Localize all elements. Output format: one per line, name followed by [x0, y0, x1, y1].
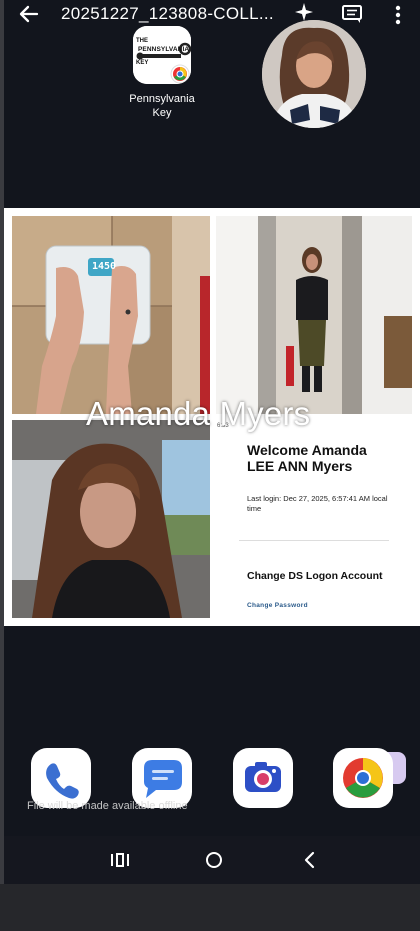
arrow-left-icon: [19, 5, 39, 23]
comment-icon: [342, 5, 362, 23]
more-options-button[interactable]: [392, 4, 404, 26]
screenshot-last-login: Last login: Dec 27, 2025, 6:57:41 AM loc…: [247, 494, 388, 513]
account-screenshot: 6:53 Welcome Amanda LEE ANN Myers Last l…: [211, 420, 408, 620]
nav-back-icon: [304, 851, 315, 869]
shortcut-label: Pennsylvania Key: [129, 93, 195, 119]
home-icon: [206, 852, 222, 868]
recents-button[interactable]: [108, 850, 132, 870]
logo-text-key: KEY: [136, 60, 149, 66]
dock-app-chrome[interactable]: [333, 748, 393, 808]
recents-icon: [111, 853, 129, 867]
top-app-bar: 20251227_123808-COLL...: [0, 0, 420, 30]
screenshot-change-title: Change DS Logon Account: [247, 570, 383, 582]
screenshot-welcome: Welcome Amanda LEE ANN Myers: [247, 442, 367, 474]
dock-app-camera[interactable]: [233, 748, 293, 808]
scale-photo: 1450: [12, 216, 210, 414]
chrome-icon: [343, 758, 383, 798]
overlay-name-text: Amanda Myers: [86, 395, 311, 432]
scale-reading: 1450: [92, 261, 117, 272]
logo-text-the: THE: [136, 38, 148, 44]
file-title: 20251227_123808-COLL...: [61, 4, 274, 23]
phone-icon: [46, 763, 79, 799]
pennsylvania-key-logo: THE PENNSYLVANIA KEY: [133, 26, 191, 84]
profile-photo[interactable]: [262, 20, 366, 128]
device-bezel-left: [0, 0, 4, 931]
messages-icon: [144, 760, 182, 798]
device-bezel-bottom: [0, 884, 420, 931]
pennsylvania-key-shortcut[interactable]: THE PENNSYLVANIA KEY Pennsylvania Key: [122, 26, 202, 120]
more-vert-icon: [395, 5, 401, 25]
dock-app-messages[interactable]: [132, 748, 192, 808]
nav-back-button[interactable]: [298, 850, 322, 870]
back-button[interactable]: [18, 3, 44, 25]
dock-app-phone[interactable]: [31, 748, 91, 808]
screenshot-divider: [239, 540, 389, 541]
comments-button[interactable]: [341, 4, 363, 24]
logo-text-pennsylvania: PENNSYLVANIA: [138, 46, 190, 53]
screen: 20251227_123808-COLL... THE PENNSYLVANIA…: [0, 0, 420, 931]
camera-icon: [245, 762, 281, 792]
offline-toast: File will be made available offline: [27, 800, 188, 812]
home-button[interactable]: [202, 850, 226, 870]
mirror-selfie-photo: [216, 216, 412, 414]
navigation-bar: [4, 836, 420, 884]
car-selfie-photo: [12, 420, 210, 618]
screenshot-change-link: Change Password: [247, 602, 308, 609]
